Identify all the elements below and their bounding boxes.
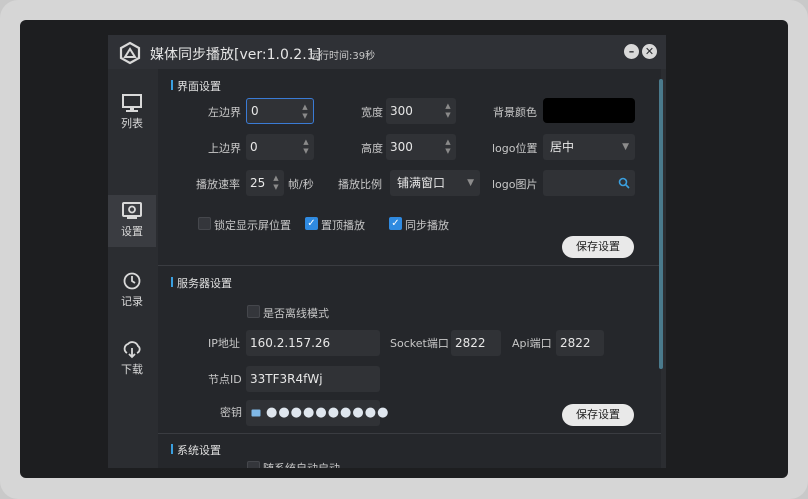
history-icon [123,272,141,290]
ip-address-input[interactable]: 160.2.157.26 [246,330,380,356]
autostart-label: 随系统自动启动 [263,460,340,468]
sidebar-item-label: 记录 [121,295,143,308]
chevron-down-icon: ▼ [622,142,629,152]
lock-screen-label: 锁定显示屏位置 [214,219,291,232]
left-margin-value: 0 [251,104,259,118]
minimize-button[interactable]: – [624,44,639,59]
secret-key-mask: ●●●●●●●●●● [266,405,390,420]
offline-mode-checkbox[interactable] [247,305,260,318]
socket-port-label: Socket端口 [390,337,449,350]
api-port-label: Api端口 [512,337,552,350]
sidebar-item-settings[interactable]: 设置 [108,195,156,247]
height-value: 300 [390,140,413,154]
settings-panel: 界面设置 左边界 0 ▲ ▼ 宽度 300 ▲ ▼ 背景颜色 上边界 0 ▲ ▼ 高度… [158,69,661,468]
top-margin-label: 上边界 [208,142,241,155]
section-title-system: 系统设置 [171,444,221,457]
download-icon [123,341,141,359]
spinner-arrows-icon[interactable]: ▲ ▼ [301,103,309,121]
app-logo-icon [119,41,141,65]
spinner-arrows-icon[interactable]: ▲ ▼ [444,102,452,120]
width-value: 300 [390,104,413,118]
playback-rate-label: 播放速率 [196,178,240,191]
logo-image-input[interactable] [543,170,635,196]
sidebar-item-label: 列表 [121,117,143,130]
vertical-scrollbar[interactable] [659,79,663,369]
playback-rate-value: 25 [250,176,266,190]
node-id-input[interactable]: 33TF3R4fWj [246,366,380,392]
topmost-label: 置顶播放 [321,219,365,232]
left-margin-input[interactable]: 0 ▲ ▼ [246,98,314,124]
sidebar-item-list[interactable]: 列表 [108,87,156,139]
chevron-down-icon: ▼ [467,178,474,188]
window-title: 媒体同步播放[ver:1.0.2.1] [150,47,322,63]
logo-position-label: logo位置 [492,142,538,155]
top-margin-input[interactable]: 0 ▲ ▼ [246,134,314,160]
width-input[interactable]: 300 ▲ ▼ [386,98,456,124]
sidebar-item-history[interactable]: 记录 [108,265,156,317]
socket-port-input[interactable]: 2822 [451,330,501,356]
node-id-label: 节点ID [208,373,242,386]
height-input[interactable]: 300 ▲ ▼ [386,134,456,160]
sidebar-item-download[interactable]: 下载 [108,333,156,385]
socket-port-value: 2822 [455,336,486,350]
aspect-ratio-label: 播放比例 [338,178,382,191]
secret-key-input[interactable]: ●●●●●●●●●● [246,400,388,426]
sync-play-label: 同步播放 [405,219,449,232]
title-bar[interactable]: 媒体同步播放[ver:1.0.2.1] 运行时间:39秒 – ✕ [108,35,666,69]
spinner-arrows-icon[interactable]: ▲ ▼ [272,174,280,192]
topmost-checkbox[interactable]: ✓ [305,217,318,230]
close-button[interactable]: ✕ [642,44,657,59]
top-margin-value: 0 [250,140,258,154]
autostart-checkbox[interactable] [247,461,260,468]
offline-mode-label: 是否离线模式 [263,307,329,320]
monitor-icon [122,94,142,112]
left-margin-label: 左边界 [208,106,241,119]
logo-position-select[interactable]: 居中 ▼ [543,134,635,160]
search-icon[interactable] [618,177,630,189]
ip-address-value: 160.2.157.26 [250,336,331,350]
spinner-arrows-icon[interactable]: ▲ ▼ [444,138,452,156]
sidebar-item-label: 下载 [121,363,143,376]
runtime-label: 运行时间:39秒 [309,51,376,62]
node-id-value: 33TF3R4fWj [250,372,323,386]
logo-image-label: logo图片 [492,178,538,191]
background-color-swatch[interactable] [543,98,635,123]
keyboard-icon [251,409,261,417]
aspect-ratio-value: 铺满窗口 [397,176,446,190]
section-title-ui: 界面设置 [171,80,221,93]
sidebar: 列表 设置 记录 下载 [108,69,156,468]
app-window: 媒体同步播放[ver:1.0.2.1] 运行时间:39秒 – ✕ 列表 设置 记… [108,35,666,468]
sidebar-item-label: 设置 [121,225,143,238]
ip-address-label: IP地址 [208,337,240,350]
sync-play-checkbox[interactable]: ✓ [389,217,402,230]
section-divider [158,433,661,434]
logo-position-value: 居中 [550,140,575,154]
background-color-label: 背景颜色 [493,106,537,119]
api-port-value: 2822 [560,336,591,350]
save-ui-settings-button[interactable]: 保存设置 [562,236,634,258]
section-divider [158,265,661,266]
save-server-settings-button[interactable]: 保存设置 [562,404,634,426]
lock-screen-checkbox[interactable] [198,217,211,230]
settings-icon [122,202,142,219]
width-label: 宽度 [361,106,383,119]
height-label: 高度 [361,142,383,155]
aspect-ratio-select[interactable]: 铺满窗口 ▼ [390,170,480,196]
fps-unit-label: 帧/秒 [288,178,314,191]
section-title-server: 服务器设置 [171,277,232,290]
api-port-input[interactable]: 2822 [556,330,604,356]
secret-key-label: 密钥 [220,406,242,419]
spinner-arrows-icon[interactable]: ▲ ▼ [302,138,310,156]
playback-rate-input[interactable]: 25 ▲ ▼ [246,170,284,196]
